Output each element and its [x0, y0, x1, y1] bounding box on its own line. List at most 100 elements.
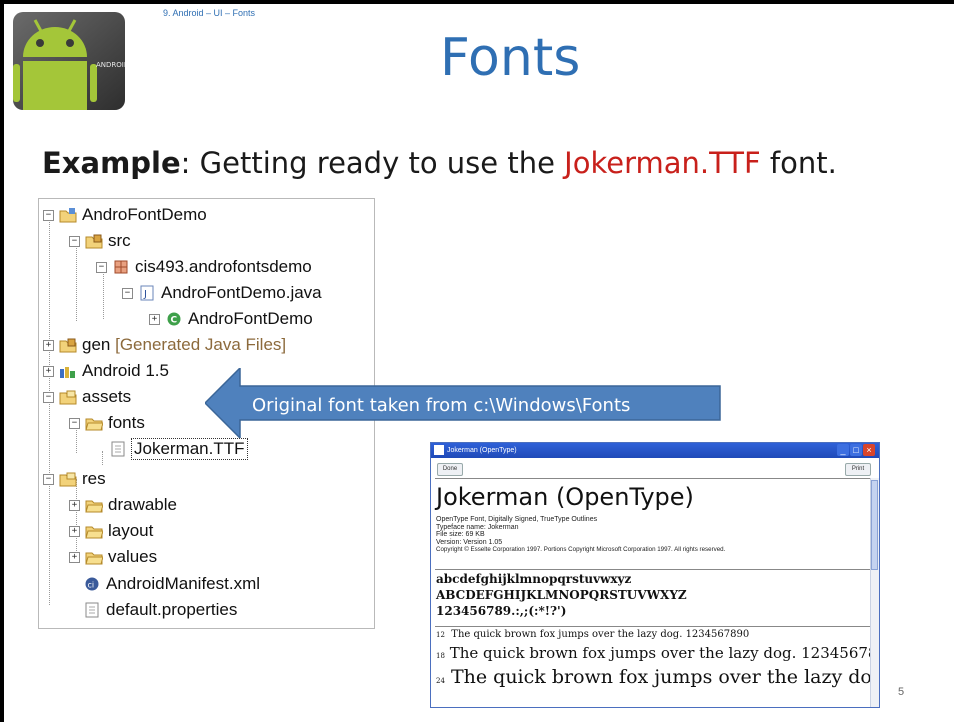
- divider: [435, 626, 871, 627]
- folder-icon: [85, 552, 103, 565]
- top-border: [0, 0, 954, 4]
- tree-item-android[interactable]: + Android 1.5: [43, 359, 169, 383]
- class-icon: C: [167, 312, 181, 326]
- sample-line-18: 18 The quick brown fox jumps over the la…: [436, 644, 879, 662]
- file-icon: [85, 602, 99, 618]
- source-folder-icon: [85, 234, 103, 249]
- scrollbar-thumb[interactable]: [871, 480, 878, 570]
- lowercase-sample: abcdefghijklmnopqrstuvwxyz: [436, 572, 632, 586]
- file-icon: [111, 441, 125, 457]
- maximize-button[interactable]: □: [850, 444, 862, 456]
- left-border: [0, 0, 4, 722]
- vertical-scrollbar[interactable]: [870, 478, 879, 707]
- project-folder-icon: [59, 208, 77, 223]
- tree-item-values[interactable]: + values: [69, 545, 157, 569]
- breadcrumb: 9. Android – UI – Fonts: [163, 8, 256, 18]
- sample-text: The quick brown fox jumps over the lazy …: [451, 629, 750, 640]
- tree-item-manifest[interactable]: ci AndroidManifest.xml: [83, 572, 260, 596]
- android-logo: ANDROID: [13, 12, 125, 110]
- tree-item-font-file[interactable]: Jokerman.TTF: [109, 437, 248, 461]
- heading-bold: Example: [42, 146, 181, 180]
- font-name-heading: Jokerman (OpenType): [436, 483, 694, 511]
- manifest-icon: ci: [85, 577, 99, 591]
- expand-icon[interactable]: +: [43, 339, 54, 351]
- info-line: OpenType Font, Digitally Signed, TrueTyp…: [436, 516, 598, 523]
- tree-label: AndroFontDemo: [188, 309, 313, 328]
- tree-item-package[interactable]: − cis493.androfontsdemo: [96, 255, 312, 279]
- tree-item-properties[interactable]: default.properties: [83, 598, 237, 622]
- tree-item-project[interactable]: − AndroFontDemo: [43, 203, 207, 227]
- divider: [435, 478, 871, 479]
- heading-text: : Getting ready to use the: [180, 146, 565, 180]
- digits-sample: 123456789.:,;(:*!?'): [436, 604, 567, 618]
- done-button[interactable]: Done: [437, 463, 463, 476]
- sample-line-24: 24 The quick brown fox jumps over the la…: [436, 666, 880, 688]
- close-button[interactable]: ×: [863, 444, 875, 456]
- folder-icon: [85, 526, 103, 539]
- tree-label: res: [82, 469, 106, 488]
- slide: ANDROID 9. Android – UI – Fonts Fonts Ex…: [0, 0, 954, 722]
- tree-item-class[interactable]: + C AndroFontDemo: [149, 307, 313, 331]
- expand-icon[interactable]: +: [69, 551, 80, 563]
- heading-highlight: Jokerman.TTF: [564, 146, 761, 180]
- tree-guide-line: [49, 215, 50, 605]
- tree-label: layout: [108, 521, 154, 540]
- collapse-icon[interactable]: −: [69, 235, 80, 247]
- res-folder-icon: [59, 472, 77, 487]
- package-icon: [114, 260, 128, 274]
- svg-text:ci: ci: [88, 581, 95, 590]
- tree-label: assets: [82, 387, 132, 406]
- gen-folder-icon: [59, 338, 77, 353]
- expand-icon[interactable]: +: [149, 313, 160, 325]
- tree-label: AndroidManifest.xml: [106, 574, 261, 593]
- font-info: OpenType Font, Digitally Signed, TrueTyp…: [436, 516, 725, 554]
- gen-note: [Generated Java Files]: [115, 335, 287, 354]
- sample-size: 18: [436, 652, 445, 660]
- sample-size: 12: [436, 631, 445, 639]
- page-number: 5: [898, 686, 905, 698]
- tree-item-res[interactable]: − res: [43, 467, 106, 491]
- collapse-icon[interactable]: −: [69, 417, 80, 429]
- tree-label: drawable: [108, 495, 177, 514]
- tree-label: AndroFontDemo: [82, 205, 207, 224]
- tree-item-java-file[interactable]: − J AndroFontDemo.java: [122, 281, 322, 305]
- print-button[interactable]: Print: [845, 463, 871, 476]
- sample-line-12: 12 The quick brown fox jumps over the la…: [436, 629, 749, 640]
- minimize-button[interactable]: _: [837, 444, 849, 456]
- tree-label: cis493.androfontsdemo: [135, 257, 312, 276]
- tree-label: fonts: [108, 413, 145, 432]
- library-icon: [60, 367, 75, 378]
- tree-label-selected: Jokerman.TTF: [131, 438, 248, 460]
- window-titlebar: Jokerman (OpenType) _ □ ×: [431, 443, 879, 458]
- svg-text:ANDROID: ANDROID: [96, 61, 125, 69]
- collapse-icon[interactable]: −: [96, 261, 107, 273]
- tree-label: values: [108, 547, 158, 566]
- info-line: Version: Version 1.05: [436, 538, 503, 546]
- collapse-icon[interactable]: −: [43, 473, 54, 485]
- sample-size: 24: [436, 677, 445, 685]
- tree-label: gen: [82, 335, 111, 354]
- tree-item-layout[interactable]: + layout: [69, 519, 153, 543]
- info-line: Typeface name: Jokerman: [436, 523, 519, 531]
- tree-guide-line: [102, 451, 103, 465]
- java-file-icon: J: [140, 285, 154, 301]
- tree-label: Android 1.5: [82, 361, 169, 380]
- collapse-icon[interactable]: −: [122, 287, 133, 299]
- tree-item-drawable[interactable]: + drawable: [69, 493, 177, 517]
- open-folder-icon: [85, 418, 103, 431]
- font-viewer-window: Jokerman (OpenType) _ □ × Done Print Jok…: [430, 442, 880, 708]
- expand-icon[interactable]: +: [69, 525, 80, 537]
- tree-item-fonts[interactable]: − fonts: [69, 411, 145, 435]
- sample-text: The quick brown fox jumps over the lazy …: [450, 666, 880, 688]
- font-file-icon: [434, 445, 444, 455]
- divider: [435, 569, 871, 570]
- expand-icon[interactable]: +: [69, 499, 80, 511]
- tree-item-assets[interactable]: − assets: [43, 385, 131, 409]
- tree-label: src: [108, 231, 131, 250]
- tree-item-src[interactable]: − src: [69, 229, 131, 253]
- collapse-icon[interactable]: −: [43, 209, 54, 221]
- expand-icon[interactable]: +: [43, 365, 54, 377]
- tree-item-gen[interactable]: + gen [Generated Java Files]: [43, 333, 286, 357]
- svg-text:J: J: [143, 289, 147, 300]
- collapse-icon[interactable]: −: [43, 391, 54, 403]
